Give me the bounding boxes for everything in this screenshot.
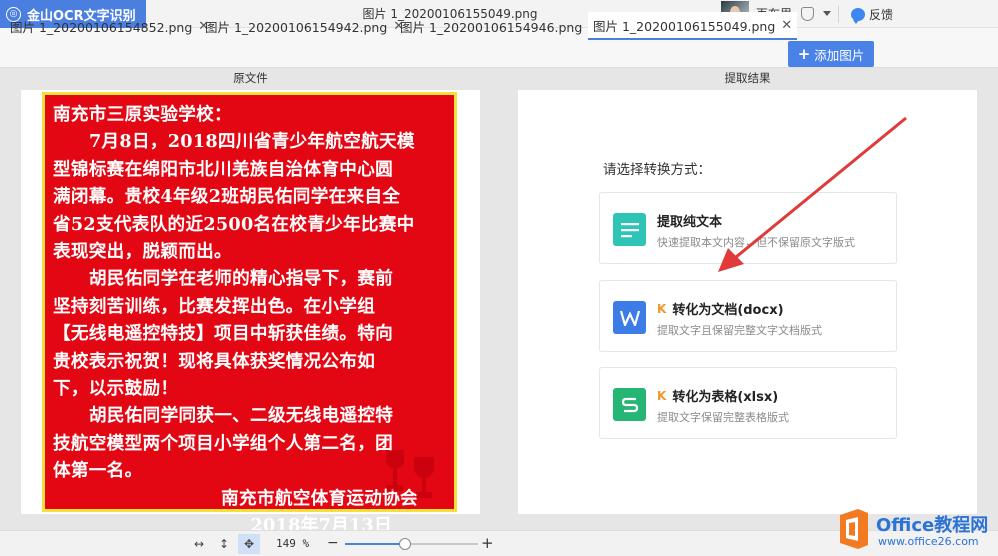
convert-to-xlsx-option[interactable]: K 转化为表格(xlsx) 提取文字保留完整表格版式 <box>599 367 897 439</box>
zoom-out-button[interactable]: − <box>327 531 339 556</box>
extract-plain-text-option[interactable]: 提取纯文本 快速提取本文内容，但不保留原文字版式 <box>599 192 897 264</box>
zoom-level: 149 % <box>276 537 310 550</box>
app-window: ◎ 金山OCR文字识别 图片 1_20200106155049.png 百布里 … <box>0 0 998 556</box>
zoom-slider-fill <box>345 543 405 545</box>
original-file-panel[interactable]: 南充市三原实验学校： 7月8日，2018四川省青少年航空航天模 型锦标赛在绵阳市… <box>21 90 480 536</box>
fit-width-icon[interactable]: ↔ <box>188 534 210 554</box>
watermark-title: Office教程网 <box>876 515 989 536</box>
zoom-in-button[interactable]: + <box>481 531 494 556</box>
right-panel-header: 提取结果 <box>724 71 771 85</box>
option-title: 提取纯文本 <box>657 211 722 230</box>
poster-line: 满闭幕。贵校4年级2班胡民佑同学在来自全 <box>53 186 401 208</box>
tab-image-1[interactable]: 图片 1_20200106154852.png ✕ <box>10 12 209 40</box>
poster-line: 南充市三原实验学校： <box>53 104 232 125</box>
option-description: 提取文字保留完整表格版式 <box>657 411 789 424</box>
poster-line: 下，以示鼓励！ <box>53 378 179 400</box>
poster-line: 【无线电遥控特技】项目中斩获佳绩。特向 <box>53 323 393 345</box>
poster-line: 省52支代表队的近2500名在校青少年比赛中 <box>53 213 415 235</box>
extraction-result-panel: 请选择转换方式： 提取纯文本 快速提取本文内容，但不保留原文字版式 K 转化为文档… <box>518 90 977 514</box>
trophy-icon <box>386 450 434 498</box>
fit-height-icon[interactable]: ↕ <box>213 534 235 554</box>
poster-line: 胡民佑同学在老师的精心指导下，赛前 <box>89 268 394 290</box>
poster-line: 胡民佑同学同获一、二级无线电遥控特 <box>89 405 394 427</box>
tab-image-4[interactable]: 图片 1_20200106155049.png ✕ <box>588 12 798 40</box>
poster-line: 7月8日，2018四川省青少年航空航天模 <box>89 131 415 153</box>
tab-label: 图片 1_20200106154852.png <box>10 19 193 35</box>
vip-badge-icon: K <box>657 388 667 403</box>
option-description: 提取文字且保留完整文字文档版式 <box>657 324 822 337</box>
option-description: 快速提取本文内容，但不保留原文字版式 <box>657 236 855 249</box>
option-title-text: 转化为文档(docx) <box>672 303 784 318</box>
feedback-button[interactable]: 反馈 <box>851 0 893 28</box>
option-title-text: 转化为表格(xlsx) <box>672 390 779 405</box>
poster-line: 型锦标赛在绵阳市北川羌族自治体育中心圆 <box>53 158 393 180</box>
convert-to-docx-option[interactable]: K 转化为文档(docx) 提取文字且保留完整文字文档版式 <box>599 280 897 352</box>
option-title-text: 提取纯文本 <box>657 215 723 230</box>
poster-line: 坚持刻苦训练，比赛发挥出色。在小学组 <box>53 295 376 317</box>
shield-icon[interactable] <box>801 7 814 21</box>
option-title: K 转化为文档(docx) <box>657 299 784 319</box>
feedback-label: 反馈 <box>869 7 894 22</box>
pan-move-icon[interactable]: ✥ <box>238 534 260 554</box>
left-panel-header: 原文件 <box>233 71 268 85</box>
zoom-slider[interactable] <box>345 538 478 550</box>
plus-icon: + <box>797 45 811 63</box>
word-doc-icon <box>613 301 646 334</box>
source-image: 南充市三原实验学校： 7月8日，2018四川省青少年航空航天模 型锦标赛在绵阳市… <box>42 92 457 536</box>
zoom-slider-handle[interactable] <box>398 538 411 550</box>
office-watermark: Office教程网 www.office26.com <box>832 506 998 556</box>
spreadsheet-icon <box>613 388 646 421</box>
add-image-label: 添加图片 <box>814 47 865 63</box>
poster-line: 表现突出，脱颖而出。 <box>53 241 232 263</box>
chevron-down-icon[interactable] <box>823 11 831 16</box>
poster-line: 贵校表示祝贺！现将具体获奖情况公布如 <box>53 350 376 372</box>
conversion-prompt: 请选择转换方式： <box>603 162 711 178</box>
watermark-url: www.office26.com <box>878 535 979 548</box>
tab-image-3[interactable]: 图片 1_20200106154946.png✕ <box>400 12 599 40</box>
office-logo-icon <box>840 509 868 549</box>
text-lines-icon <box>613 213 646 246</box>
option-title: K 转化为表格(xlsx) <box>657 386 779 406</box>
chat-bubble-icon <box>851 7 865 24</box>
tab-label: 图片 1_20200106154942.png <box>205 19 388 35</box>
tab-label: 图片 1_20200106155049.png <box>593 18 776 34</box>
vip-badge-icon: K <box>657 301 667 316</box>
divider <box>838 5 839 23</box>
tab-label: 图片 1_20200106154946.png <box>400 19 583 35</box>
close-icon[interactable]: ✕ <box>781 18 792 33</box>
add-image-button[interactable]: + 添加图片 <box>788 41 874 67</box>
tab-image-2[interactable]: 图片 1_20200106154942.png ✕ <box>205 12 404 40</box>
